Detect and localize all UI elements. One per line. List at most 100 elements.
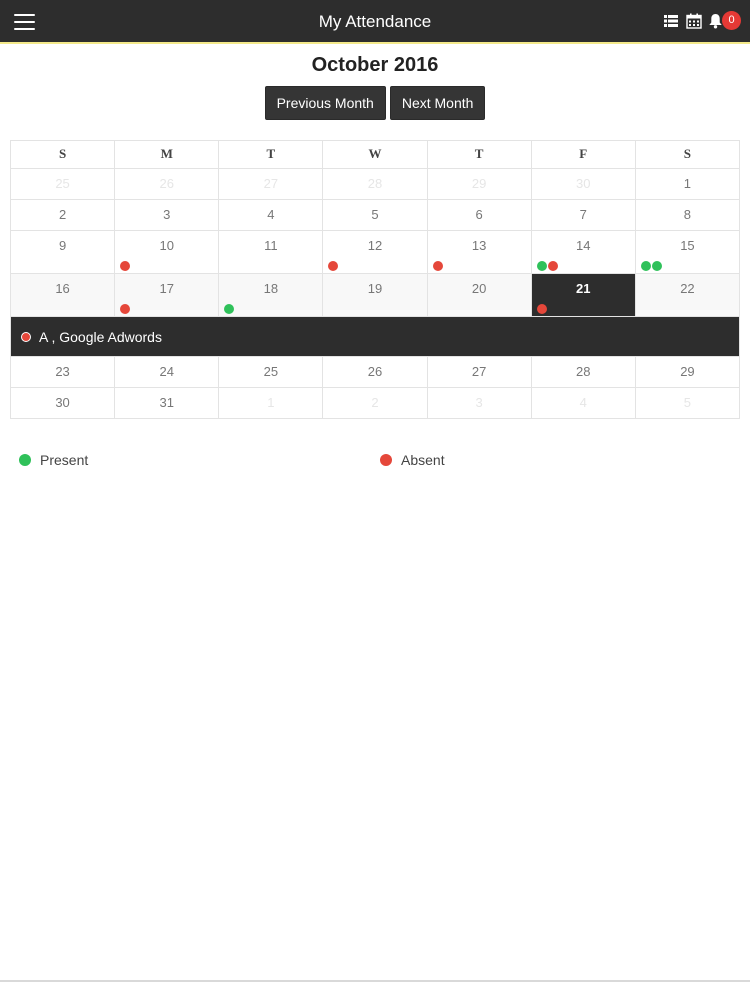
present-dot-icon: [536, 261, 547, 271]
legend-present: Present: [19, 452, 88, 468]
day-number: 10: [159, 238, 174, 253]
calendar-icon[interactable]: [686, 13, 702, 29]
calendar-day[interactable]: 11: [218, 230, 324, 274]
calendar-day[interactable]: 10: [114, 230, 220, 274]
weekday-header: W: [322, 140, 428, 169]
legend-absent: Absent: [380, 452, 445, 468]
bell-icon: [709, 14, 722, 29]
calendar-day[interactable]: 19: [322, 273, 428, 317]
day-number: 25: [263, 364, 279, 379]
top-bar: My Attendance 0: [0, 0, 750, 44]
weekday-header: M: [114, 140, 220, 169]
day-detail[interactable]: A , Google Adwords: [10, 316, 740, 357]
calendar-day[interactable]: 26: [322, 356, 428, 388]
calendar-day[interactable]: 14: [530, 230, 636, 274]
attendance-marks: [640, 261, 663, 271]
previous-month-button[interactable]: Previous Month: [264, 86, 386, 120]
day-number: 20: [471, 281, 487, 296]
present-dot-icon: [640, 261, 651, 271]
calendar-day[interactable]: 4: [530, 387, 636, 419]
notification-count-badge: 0: [722, 11, 741, 30]
calendar-day[interactable]: 12: [322, 230, 428, 274]
calendar-day[interactable]: 28: [530, 356, 636, 388]
day-number: 17: [159, 281, 174, 296]
day-number: 3: [475, 395, 483, 410]
calendar-day[interactable]: 13: [426, 230, 532, 274]
calendar-day[interactable]: 3: [426, 387, 532, 419]
day-number: 3: [163, 207, 171, 222]
calendar-day[interactable]: 16: [9, 273, 116, 317]
header-actions: 0: [656, 11, 741, 31]
day-number: 18: [263, 281, 279, 296]
day-number: 31: [159, 395, 174, 410]
next-month-button[interactable]: Next Month: [389, 86, 486, 120]
legend-absent-label: Absent: [401, 452, 445, 468]
calendar-day[interactable]: 5: [322, 199, 428, 231]
calendar-day[interactable]: 20: [426, 273, 532, 317]
calendar-day[interactable]: 2: [322, 387, 428, 419]
calendar-day[interactable]: 30: [9, 387, 116, 419]
calendar-day[interactable]: 29: [426, 168, 532, 200]
calendar-day[interactable]: 18: [218, 273, 324, 317]
attendance-marks: [328, 261, 339, 271]
calendar-day[interactable]: 27: [426, 356, 532, 388]
calendar-day[interactable]: 5: [634, 387, 741, 419]
calendar-week-row: 2 3 4 5 6 7 8: [9, 199, 741, 231]
calendar-day[interactable]: 30: [530, 168, 636, 200]
calendar-day[interactable]: 6: [426, 199, 532, 231]
list-view-icon[interactable]: [663, 13, 679, 29]
attendance-marks: [120, 304, 131, 314]
calendar-day[interactable]: 17: [114, 273, 220, 317]
notifications-button[interactable]: 0: [708, 11, 741, 31]
calendar-day[interactable]: 2: [9, 199, 116, 231]
calendar-week-row: 16 17 18 19 20 21 22: [9, 273, 741, 317]
calendar-day[interactable]: 9: [9, 230, 116, 274]
calendar-day[interactable]: 25: [218, 356, 324, 388]
day-number: 26: [367, 364, 383, 379]
day-number: 5: [683, 395, 692, 410]
calendar-day[interactable]: 28: [322, 168, 428, 200]
calendar-day[interactable]: 26: [114, 168, 220, 200]
day-number: 25: [55, 176, 70, 191]
day-number: 14: [576, 238, 591, 253]
day-number: 28: [576, 364, 591, 379]
day-number: 7: [579, 207, 587, 222]
absent-dot-icon: [328, 261, 339, 271]
absent-dot-icon: [536, 304, 547, 314]
attendance-marks: [536, 304, 548, 314]
calendar-day[interactable]: 25: [9, 168, 116, 200]
absent-dot-icon: [120, 304, 131, 314]
day-number: 29: [680, 364, 695, 379]
absent-dot-icon: [432, 261, 443, 271]
calendar-week-row: 30 31 1 2 3 4 5: [9, 387, 741, 419]
calendar-day[interactable]: 31: [114, 387, 220, 419]
weekday-header: T: [426, 140, 532, 169]
day-number: 21: [576, 281, 591, 296]
calendar-day[interactable]: 24: [114, 356, 220, 388]
calendar-day[interactable]: 4: [218, 199, 324, 231]
calendar-day[interactable]: 8: [634, 199, 741, 231]
weekday-header: T: [218, 140, 324, 169]
calendar-day[interactable]: 23: [9, 356, 116, 388]
day-number: 28: [367, 176, 383, 191]
day-number: 1: [267, 395, 275, 410]
calendar-day[interactable]: 1: [634, 168, 741, 200]
calendar-day[interactable]: 15: [634, 230, 741, 274]
calendar-day-selected[interactable]: 21: [530, 273, 636, 317]
day-number: 13: [471, 238, 487, 253]
calendar-day[interactable]: 1: [218, 387, 324, 419]
calendar-day[interactable]: 27: [218, 168, 324, 200]
calendar-week-row: 25 26 27 28 29 30 1: [9, 168, 741, 200]
weekday-header-row: S M T W T F S: [9, 140, 741, 169]
day-number: 1: [683, 176, 692, 191]
present-dot-icon: [19, 454, 31, 466]
month-title: October 2016: [311, 54, 439, 76]
calendar-day[interactable]: 3: [114, 199, 220, 231]
calendar-day[interactable]: 29: [634, 356, 741, 388]
weekday-header: S: [9, 140, 116, 169]
day-number: 24: [159, 364, 174, 379]
day-number: 2: [58, 207, 67, 222]
calendar-day[interactable]: 22: [634, 273, 741, 317]
present-dot-icon: [651, 261, 662, 271]
calendar-day[interactable]: 7: [530, 199, 636, 231]
